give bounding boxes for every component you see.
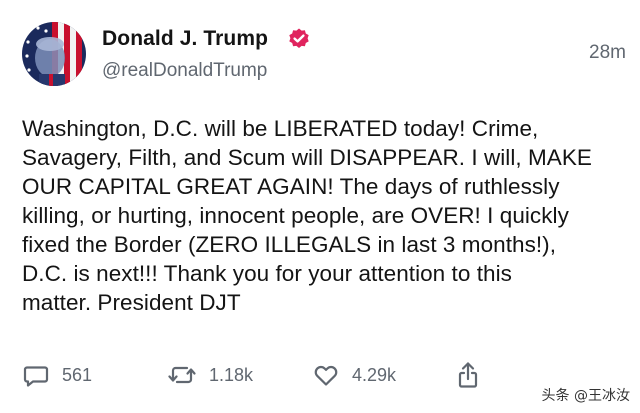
heart-icon bbox=[312, 361, 340, 389]
repost-count: 1.18k bbox=[209, 364, 254, 385]
post-timestamp[interactable]: 28m bbox=[589, 42, 626, 64]
watermark: 头条 @王冰汝 bbox=[541, 388, 630, 404]
author-display-name[interactable]: Donald J. Trump bbox=[102, 27, 268, 51]
share-icon bbox=[454, 360, 482, 390]
reply-count: 561 bbox=[62, 364, 93, 385]
avatar-image bbox=[22, 22, 86, 86]
repost-button[interactable]: 1.18k bbox=[167, 358, 253, 392]
avatar[interactable] bbox=[22, 22, 86, 86]
repost-icon bbox=[167, 361, 197, 389]
comment-icon bbox=[22, 361, 50, 389]
like-count: 4.29k bbox=[352, 364, 397, 385]
like-button[interactable]: 4.29k bbox=[312, 358, 396, 392]
post-body: Washington, D.C. will be LIBERATED today… bbox=[22, 116, 592, 315]
author-handle[interactable]: @realDonaldTrump bbox=[102, 60, 267, 82]
share-button[interactable] bbox=[454, 358, 482, 392]
reply-button[interactable]: 561 bbox=[22, 358, 92, 392]
verified-badge-icon bbox=[287, 27, 311, 51]
